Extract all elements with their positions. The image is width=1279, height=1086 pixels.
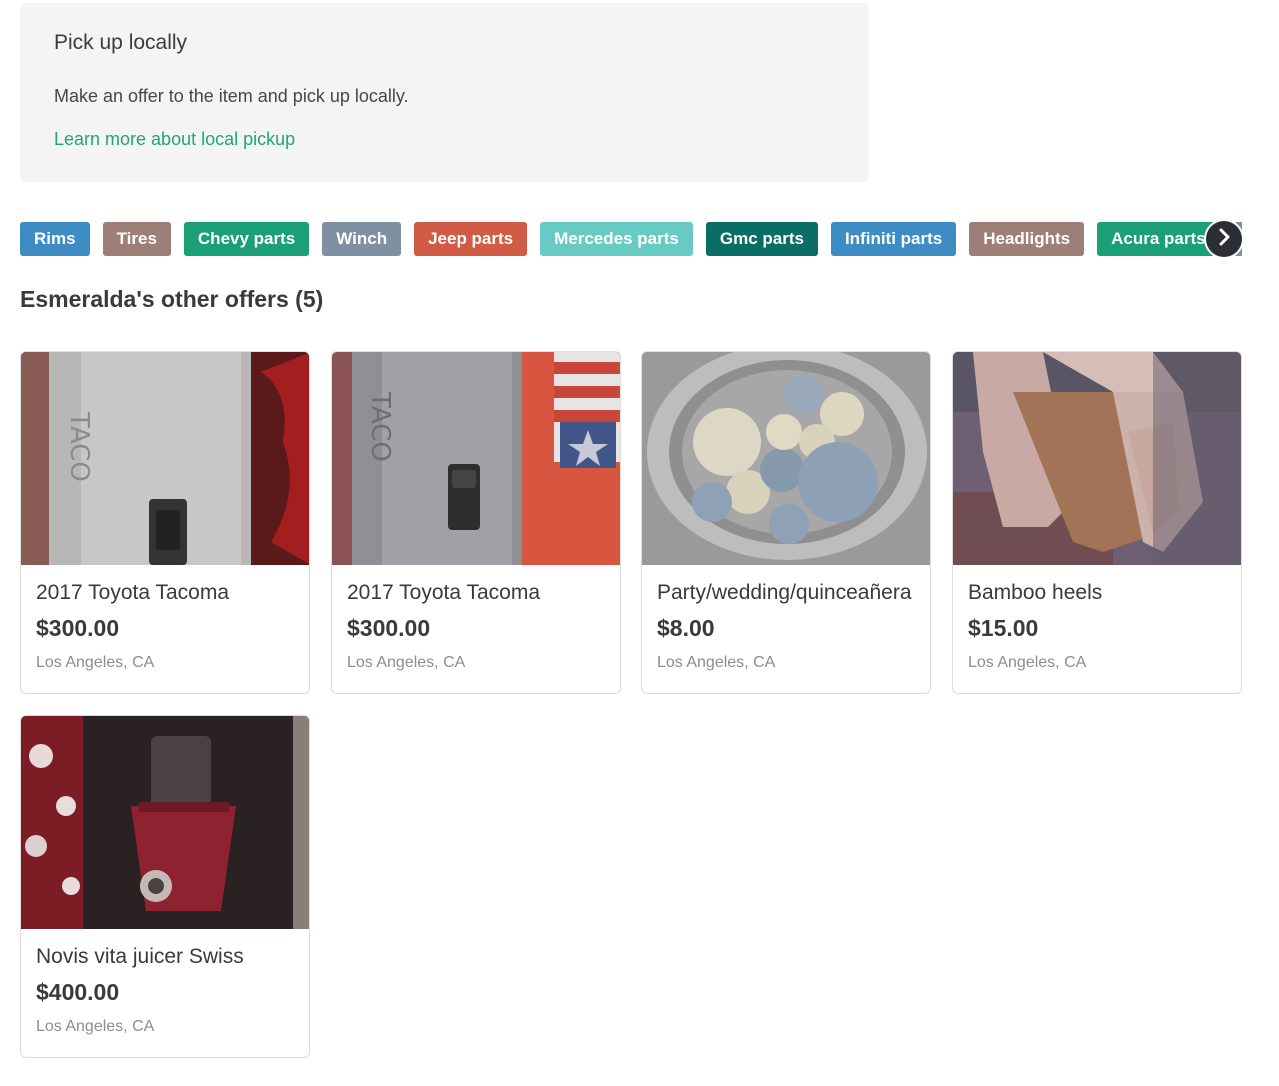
svg-text:TACO: TACO: [365, 391, 395, 462]
listing-title: Novis vita juicer Swiss: [36, 945, 244, 968]
tag-acura-parts[interactable]: Acura parts: [1097, 222, 1220, 256]
listing-price: $300.00: [36, 615, 120, 641]
listing-title: 2017 Toyota Tacoma: [36, 581, 230, 604]
svg-text:TACO: TACO: [64, 411, 94, 482]
listing-photo: [21, 716, 309, 929]
tag-jeep-parts[interactable]: Jeep parts: [414, 222, 528, 256]
listing-location: Los Angeles, CA: [36, 1018, 155, 1035]
tags-next-button[interactable]: [1206, 221, 1242, 257]
tag-infiniti-parts[interactable]: Infiniti parts: [830, 222, 957, 256]
pickup-description: Make an offer to the item and pick up lo…: [54, 86, 409, 106]
related-tags-row: Rims Tires Chevy parts Winch Jeep parts Merce…: [20, 222, 1242, 257]
tag-headlights[interactable]: Headlights: [969, 222, 1085, 256]
pickup-title: Pick up locally: [54, 31, 188, 54]
listing-price: $8.00: [657, 615, 715, 641]
listing-location: Los Angeles, CA: [347, 654, 466, 671]
tag-chevy-parts[interactable]: Chevy parts: [183, 222, 310, 256]
listing-price: $400.00: [36, 979, 120, 1005]
chevron-right-icon: [1215, 228, 1233, 251]
listing-title: Bamboo heels: [968, 581, 1103, 604]
listing-title: 2017 Toyota Tacoma: [347, 581, 541, 604]
listing-price: $300.00: [347, 615, 431, 641]
listing-photo: TACO: [332, 352, 620, 565]
listing-price: $15.00: [968, 615, 1039, 641]
tag-gmc-parts[interactable]: Gmc parts: [705, 222, 818, 256]
listing-card[interactable]: TACO 2017 Toyota Tacoma $300.00 Los Ange…: [20, 351, 310, 694]
listing-title: Party/wedding/quinceañera: [657, 581, 912, 604]
listing-card[interactable]: Novis vita juicer Swiss $400.00 Los Ange…: [20, 715, 310, 1058]
tag-winch[interactable]: Winch: [322, 222, 402, 256]
other-offers-heading: Esmeralda's other offers (5): [20, 286, 324, 312]
listing-location: Los Angeles, CA: [36, 654, 155, 671]
learn-more-pickup-link[interactable]: Learn more about local pickup: [54, 129, 295, 150]
listing-location: Los Angeles, CA: [657, 654, 776, 671]
listing-card[interactable]: TACO 2017 Toyota Tacoma $300.00 Los Ange…: [331, 351, 621, 694]
tag-tires[interactable]: Tires: [102, 222, 171, 256]
local-pickup-panel: Pick up locally Make an offer to the ite…: [20, 3, 869, 182]
listing-card[interactable]: Bamboo heels $15.00 Los Angeles, CA: [952, 351, 1242, 694]
tag-rims[interactable]: Rims: [20, 222, 90, 256]
tag-mercedes-parts[interactable]: Mercedes parts: [540, 222, 693, 256]
listing-photo: [953, 352, 1241, 565]
listing-card[interactable]: Party/wedding/quinceañera $8.00 Los Ange…: [641, 351, 931, 694]
listing-location: Los Angeles, CA: [968, 654, 1087, 671]
listing-photo: [642, 352, 930, 565]
listing-photo: TACO: [21, 352, 309, 565]
